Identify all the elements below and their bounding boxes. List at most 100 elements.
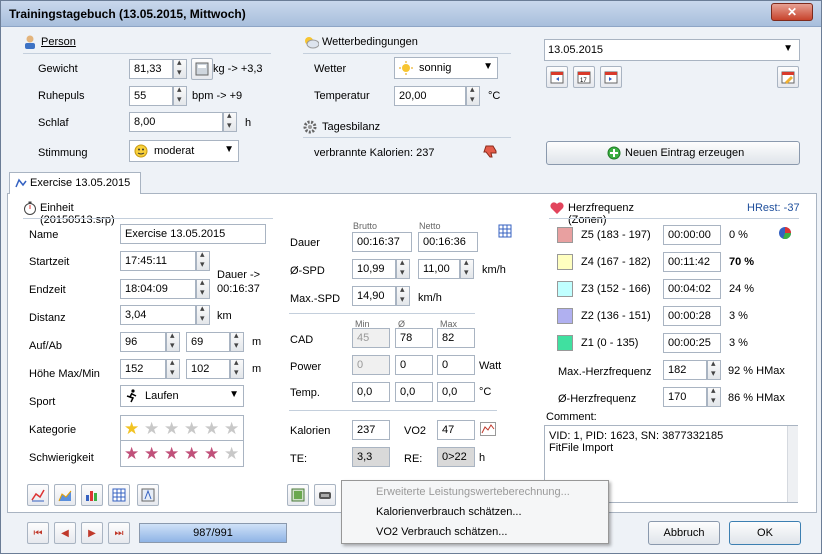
ab-spinner[interactable] [230,330,244,352]
table-icon[interactable] [498,224,512,241]
hr-avg-spinner[interactable] [707,385,721,407]
kategorie-rating[interactable]: ★ ★ ★ ★ ★ ★ [120,415,244,441]
star-icon[interactable]: ★ [224,445,239,462]
wetter-select[interactable]: sonnig ▼ [394,57,498,79]
schlaf-spinner[interactable] [223,110,237,132]
lap-button[interactable] [137,484,159,506]
table-button[interactable] [108,484,130,506]
hoehe-min-spinner[interactable] [230,357,244,379]
hr-avg-input[interactable]: 170 [663,387,707,407]
star-icon[interactable]: ★ [184,445,199,462]
temperatur-input[interactable]: 20,00 [394,86,466,106]
sport-select[interactable]: Laufen ▼ [120,385,244,407]
auf-input[interactable]: 96 [120,332,166,352]
close-button[interactable]: ✕ [771,3,813,21]
zone-time[interactable]: 00:00:28 [663,306,721,326]
date-picker[interactable]: 13.05.2015 ▼ [544,39,800,61]
auf-spinner[interactable] [166,330,180,352]
distanz-spinner[interactable] [196,303,210,325]
star-icon[interactable]: ★ [144,445,159,462]
device-button[interactable] [314,484,336,506]
hr-max-spinner[interactable] [707,358,721,380]
spd-brutto[interactable]: 10,99 [352,259,396,279]
today-calendar-button[interactable]: 17 [573,66,595,88]
power-avg[interactable]: 0 [395,355,433,375]
schlaf-input[interactable]: 8,00 [129,112,223,132]
temp-avg[interactable]: 0,0 [395,382,433,402]
edit-calendar-button[interactable] [777,66,799,88]
ruhepuls-input[interactable]: 55 [129,86,173,106]
zone-time[interactable]: 00:00:00 [663,225,721,245]
cad-min[interactable]: 45 [352,328,390,348]
endzeit-spinner[interactable] [196,277,210,299]
star-icon[interactable]: ★ [224,420,239,437]
chart-area-button[interactable] [54,484,76,506]
gewicht-input[interactable]: 81,33 [129,59,173,79]
menu-item-leistung[interactable]: Erweiterte Leistungswerteberechnung... [376,486,570,498]
power-max[interactable]: 0 [437,355,475,375]
first-record-button[interactable]: ⏮ [27,522,49,544]
temperatur-spinner[interactable] [466,84,480,106]
stimmung-select[interactable]: moderat ▼ [129,140,239,162]
hoehe-min-input[interactable]: 102 [186,359,230,379]
new-entry-button[interactable]: Neuen Eintrag erzeugen [546,141,800,165]
name-input[interactable]: Exercise 13.05.2015 [120,224,266,244]
zone-time[interactable]: 00:04:02 [663,279,721,299]
chart-icon[interactable] [480,422,496,439]
temp-min[interactable]: 0,0 [352,382,390,402]
ab-input[interactable]: 69 [186,332,230,352]
zone-time[interactable]: 00:00:25 [663,333,721,353]
star-icon[interactable]: ★ [164,420,179,437]
spd-netto[interactable]: 11,00 [418,259,460,279]
ok-button[interactable]: OK [729,521,801,545]
next-day-calendar-button[interactable] [600,66,622,88]
comment-scrollbar[interactable] [787,426,798,502]
cancel-button[interactable]: Abbruch [648,521,720,545]
hoehe-max-input[interactable]: 152 [120,359,166,379]
maxspd-input[interactable]: 14,90 [352,286,396,306]
chart-bar-button[interactable] [81,484,103,506]
distanz-input[interactable]: 3,04 [120,305,196,325]
menu-item-vo2[interactable]: VO2 Verbrauch schätzen... [376,526,507,538]
prev-day-calendar-button[interactable] [546,66,568,88]
cad-max[interactable]: 82 [437,328,475,348]
hr-max-input[interactable]: 182 [663,360,707,380]
schwierigkeit-rating[interactable]: ★ ★ ★ ★ ★ ★ [120,441,244,467]
endzeit-input[interactable]: 18:04:09 [120,279,196,299]
star-icon[interactable]: ★ [204,420,219,437]
spd-brutto-spinner[interactable] [396,257,410,279]
temp-max[interactable]: 0,0 [437,382,475,402]
chart-line-button[interactable] [27,484,49,506]
startzeit-spinner[interactable] [196,249,210,271]
menu-item-kalorien[interactable]: Kalorienverbrauch schätzen... [376,506,522,518]
ruhepuls-spinner[interactable] [173,84,187,106]
last-record-button[interactable]: ⏭ [108,522,130,544]
star-icon[interactable]: ★ [164,445,179,462]
dauer-netto[interactable]: 00:16:36 [418,232,478,252]
export-button[interactable] [287,484,309,506]
vo2-input[interactable]: 47 [437,420,475,440]
thumbs-down-icon[interactable] [483,143,499,162]
zone-label: Z4 (167 - 182) [581,256,651,268]
power-min[interactable]: 0 [352,355,390,375]
zone-time[interactable]: 00:11:42 [663,252,721,272]
tab-icon [15,178,27,191]
gewicht-spinner[interactable] [173,57,187,79]
star-icon[interactable]: ★ [184,420,199,437]
star-icon[interactable]: ★ [124,420,139,437]
calculator-button[interactable] [191,58,213,80]
star-icon[interactable]: ★ [124,445,139,462]
dauer-brutto[interactable]: 00:16:37 [352,232,412,252]
startzeit-input[interactable]: 17:45:11 [120,251,196,271]
pie-chart-icon[interactable] [777,225,793,244]
spd-netto-spinner[interactable] [460,257,474,279]
star-icon[interactable]: ★ [204,445,219,462]
tab-exercise[interactable]: Exercise 13.05.2015 [9,172,141,194]
prev-record-button[interactable]: ◀ [54,522,76,544]
maxspd-spinner[interactable] [396,284,410,306]
hoehe-max-spinner[interactable] [166,357,180,379]
star-icon[interactable]: ★ [144,420,159,437]
kalorien-input[interactable]: 237 [352,420,390,440]
next-record-button[interactable]: ▶ [81,522,103,544]
cad-avg[interactable]: 78 [395,328,433,348]
